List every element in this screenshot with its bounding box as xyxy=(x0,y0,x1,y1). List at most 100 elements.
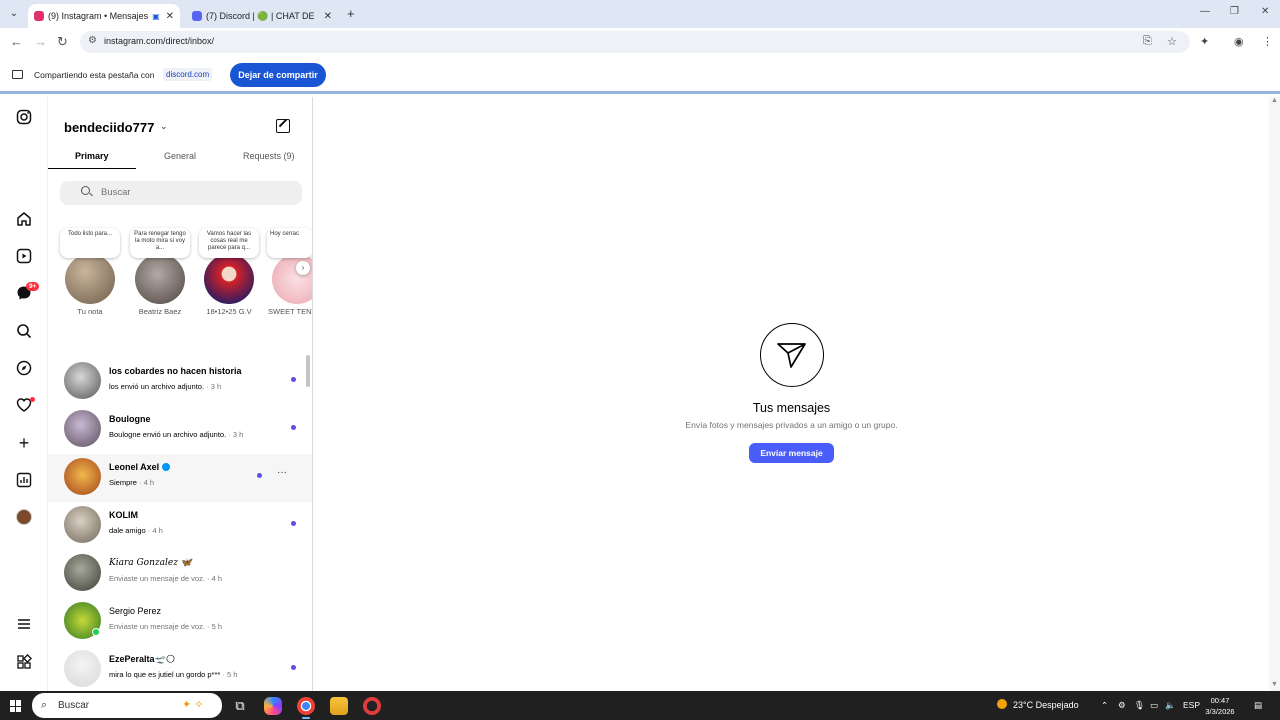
forward-button[interactable]: → xyxy=(34,34,47,49)
new-tab-button[interactable]: + xyxy=(347,6,355,21)
unread-dot xyxy=(291,521,296,526)
chevron-right-icon[interactable]: › xyxy=(296,261,310,275)
tray-app-icon[interactable]: ⚙ xyxy=(1118,700,1126,711)
instagram-favicon-icon xyxy=(34,11,44,21)
close-tab-icon[interactable]: ✕ xyxy=(324,11,332,22)
copilot-icon[interactable] xyxy=(264,697,282,715)
avatar xyxy=(64,362,101,399)
avatar xyxy=(64,650,101,687)
tray-chevron-icon[interactable]: ⌃ xyxy=(1101,700,1108,711)
more-options-icon[interactable]: ··· xyxy=(277,467,287,478)
explore-icon[interactable] xyxy=(16,360,32,376)
unread-dot xyxy=(291,665,296,670)
meta-apps-icon[interactable] xyxy=(16,654,32,670)
note-bubble: Hoy cerrac xyxy=(267,228,312,258)
menu-icon[interactable] xyxy=(16,616,32,632)
sharing-text: Compartiendo esta pestaña con xyxy=(34,70,155,80)
online-status-dot xyxy=(92,628,100,636)
tab-primary[interactable]: Primary xyxy=(75,151,109,161)
sharing-domain: discord.com xyxy=(163,68,213,81)
inbox-panel: bendeciido777 ⌄ Primary General Requests… xyxy=(48,97,313,691)
clock[interactable]: 00:47 3/3/2026 xyxy=(1200,695,1240,717)
search-highlight-icon: ✦ ✧ xyxy=(182,699,204,711)
screen-share-icon xyxy=(12,70,23,79)
conversation-item[interactable]: EzePeralta🛫🌕 mira lo que es jutiel un go… xyxy=(48,646,312,691)
conversation-item[interactable]: Boulogne Boulogne envió un archivo adjun… xyxy=(48,406,312,454)
minimize-button[interactable]: — xyxy=(1200,6,1210,17)
site-info-icon[interactable]: ⚙ xyxy=(88,35,97,46)
note-bubble: Para renegar tengo la moto mira si voy a… xyxy=(130,228,190,258)
volume-icon[interactable]: 🔈 xyxy=(1165,700,1176,711)
close-window-button[interactable]: ✕ xyxy=(1261,6,1269,17)
tab-discord[interactable]: (7) Discord | 🟢 | CHAT DE VOZ ✕ xyxy=(186,4,338,28)
avatar xyxy=(64,506,101,543)
profile-avatar[interactable] xyxy=(16,509,32,525)
active-tab-indicator xyxy=(48,168,136,169)
restore-button[interactable]: ❐ xyxy=(1230,6,1239,17)
chevron-down-icon[interactable]: ⌄ xyxy=(160,121,168,132)
language-indicator[interactable]: ESP xyxy=(1183,700,1200,710)
reels-icon[interactable] xyxy=(16,248,32,264)
windows-taskbar: ⌕ Buscar ✦ ✧ ⧉ 23°C Despejado ⌃ ⚙ 🎙 ▭ 🔈 … xyxy=(0,691,1280,720)
note-avatar xyxy=(65,254,115,304)
conversation-item[interactable]: KOLIM dale amigo · 4 h xyxy=(48,502,312,550)
reload-button[interactable]: ↻ xyxy=(57,34,68,50)
tab-sharing-bar: Compartiendo esta pestaña con discord.co… xyxy=(0,56,1280,94)
avatar xyxy=(64,554,101,591)
bookmark-star-icon[interactable]: ☆ xyxy=(1167,35,1177,48)
send-message-button[interactable]: Enviar mensaje xyxy=(749,443,834,463)
account-username[interactable]: bendeciido777 xyxy=(64,120,154,135)
weather-icon xyxy=(997,699,1007,709)
search-icon xyxy=(81,186,90,195)
unread-dot xyxy=(291,377,296,382)
instagram-nav-rail: 9+ + xyxy=(0,97,48,691)
network-icon[interactable]: ▭ xyxy=(1150,700,1158,711)
sharing-indicator-icon: ▣ xyxy=(152,11,160,21)
conversation-item[interactable]: Sergio Perez Enviaste un mensaje de voz.… xyxy=(48,598,312,646)
search-icon: ⌕ xyxy=(41,699,48,711)
send-message-circle xyxy=(760,323,824,387)
messages-badge: 9+ xyxy=(26,282,40,291)
extensions-icon[interactable]: ✦ xyxy=(1200,35,1209,48)
back-button[interactable]: ← xyxy=(10,34,23,49)
obs-icon[interactable] xyxy=(363,697,381,715)
notification-dot xyxy=(30,397,35,402)
new-message-icon[interactable] xyxy=(276,119,290,133)
dashboard-icon[interactable] xyxy=(16,472,32,488)
paper-plane-icon xyxy=(777,343,807,369)
page-scrollbar[interactable]: ▲ ▼ xyxy=(1269,97,1280,691)
profile-icon[interactable]: ◉ xyxy=(1234,35,1244,48)
tab-instagram[interactable]: (9) Instagram • Mensajes ▣ ✕ xyxy=(28,4,180,28)
empty-state-title: Tus mensajes xyxy=(752,401,831,415)
scroll-down-icon[interactable]: ▼ xyxy=(1271,681,1278,688)
note-avatar xyxy=(135,254,185,304)
unread-dot xyxy=(291,425,296,430)
weather-widget[interactable]: 23°C Despejado xyxy=(997,699,1079,710)
close-tab-icon[interactable]: ✕ xyxy=(166,11,174,22)
install-app-icon[interactable]: ⎘ xyxy=(1143,35,1152,48)
file-explorer-icon[interactable] xyxy=(330,697,348,715)
conversation-item[interactable]: 𝐾𝑖𝑎𝑟𝑎 𝐺𝑜𝑛𝑧𝑎𝑙𝑒𝑧 🦋 Enviaste un mensaje de … xyxy=(48,550,312,598)
scroll-up-icon[interactable]: ▲ xyxy=(1271,97,1278,104)
tab-general[interactable]: General xyxy=(164,151,196,161)
search-input[interactable]: Buscar xyxy=(60,181,302,205)
task-view-icon[interactable]: ⧉ xyxy=(231,697,249,715)
microphone-icon[interactable]: 🎙 xyxy=(1134,700,1145,711)
instagram-logo-icon[interactable] xyxy=(16,109,32,125)
create-icon[interactable]: + xyxy=(16,433,32,453)
avatar xyxy=(64,458,101,495)
home-icon[interactable] xyxy=(16,211,32,227)
browser-menu-icon[interactable]: ⋮ xyxy=(1262,35,1273,48)
conversation-item[interactable]: Leonel Axel Siempre · 4 h ··· xyxy=(48,454,312,502)
tab-requests[interactable]: Requests (9) xyxy=(243,151,295,161)
search-icon[interactable] xyxy=(16,323,32,339)
stop-sharing-button[interactable]: Dejar de compartir xyxy=(230,63,326,87)
chrome-icon[interactable] xyxy=(297,697,315,719)
start-button[interactable] xyxy=(10,700,22,712)
address-bar[interactable]: ⚙ instagram.com/direct/inbox/ ⎘ ☆ xyxy=(80,31,1190,53)
notifications-icon[interactable]: ▤ xyxy=(1254,700,1262,711)
taskbar-search[interactable]: ⌕ Buscar ✦ ✧ xyxy=(32,693,222,718)
conversation-item[interactable]: los cobardes no hacen historia los envió… xyxy=(48,358,312,406)
tab-search-icon[interactable]: ⌄ xyxy=(6,6,22,22)
note-bubble: Todo listo para... xyxy=(60,228,120,258)
